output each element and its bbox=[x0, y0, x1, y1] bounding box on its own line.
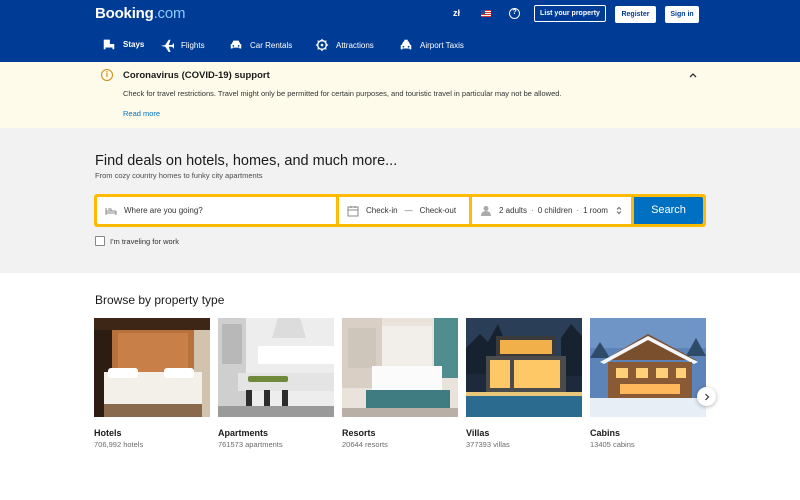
children-label: 0 children bbox=[537, 206, 573, 215]
hero-title: Find deals on hotels, homes, and much mo… bbox=[95, 153, 398, 169]
nav-label: Stays bbox=[123, 39, 145, 49]
guest-separator: · bbox=[576, 206, 580, 215]
search-bar: Where are you going? Check-in — Check-ou… bbox=[94, 194, 706, 227]
calendar-icon bbox=[347, 205, 359, 216]
card-title: Cabins bbox=[590, 428, 621, 438]
card-count: 377393 villas bbox=[466, 440, 510, 449]
chevron-right-icon bbox=[704, 393, 709, 400]
nav-item-car-rentals[interactable]: Car Rentals bbox=[229, 30, 292, 60]
property-card-villas[interactable]: Villas 377393 villas bbox=[466, 318, 582, 449]
carousel-next-button[interactable] bbox=[697, 387, 716, 406]
adults-label: 2 adults bbox=[499, 206, 528, 215]
bed-icon bbox=[105, 207, 117, 215]
dates-field[interactable]: Check-in — Check-out bbox=[339, 197, 469, 224]
nav-label: Attractions bbox=[336, 40, 374, 50]
guests-field[interactable]: 2 adults · 0 children · 1 room bbox=[472, 197, 631, 224]
list-property-button[interactable]: List your property bbox=[534, 5, 606, 22]
card-title: Villas bbox=[466, 428, 490, 438]
work-travel-checkbox[interactable] bbox=[95, 236, 105, 246]
car-icon bbox=[230, 40, 242, 49]
info-icon: i bbox=[101, 69, 113, 81]
nav-label: Flights bbox=[181, 40, 205, 50]
language-flag-icon[interactable] bbox=[481, 10, 491, 17]
card-title: Apartments bbox=[218, 428, 269, 438]
hero-subtitle: From cozy country homes to funky city ap… bbox=[95, 171, 263, 180]
read-more-link[interactable]: Read more bbox=[123, 109, 160, 118]
attractions-icon bbox=[315, 38, 329, 52]
date-dash: — bbox=[404, 206, 413, 215]
plane-icon bbox=[160, 39, 174, 52]
destination-field[interactable]: Where are you going? bbox=[97, 197, 336, 224]
nav-item-airport-taxis[interactable]: Airport Taxis bbox=[399, 30, 464, 60]
apartments-image[interactable] bbox=[218, 318, 334, 417]
taxi-icon bbox=[400, 39, 412, 50]
browse-section-title: Browse by property type bbox=[95, 293, 225, 307]
villas-image[interactable] bbox=[466, 318, 582, 417]
main-nav: Stays Flights Car Rentals Attractions Ai… bbox=[0, 30, 800, 60]
nav-item-attractions[interactable]: Attractions bbox=[315, 30, 374, 60]
guest-separator: · bbox=[531, 206, 534, 215]
person-icon bbox=[481, 205, 491, 216]
cabins-image[interactable] bbox=[590, 318, 706, 417]
booking-logo[interactable]: Booking.com bbox=[95, 5, 186, 22]
property-card-resorts[interactable]: Resorts 20644 resorts bbox=[342, 318, 458, 449]
destination-placeholder: Where are you going? bbox=[124, 206, 203, 215]
chevron-up-icon[interactable] bbox=[688, 70, 698, 80]
card-count: 20644 resorts bbox=[342, 440, 388, 449]
nav-label: Airport Taxis bbox=[420, 40, 464, 50]
alert-title: Coronavirus (COVID-19) support bbox=[123, 70, 270, 81]
chevron-updown-icon bbox=[616, 206, 622, 215]
help-icon[interactable]: ? bbox=[509, 8, 520, 19]
sign-in-button[interactable]: Sign in bbox=[665, 6, 699, 23]
nav-label: Car Rentals bbox=[250, 40, 293, 50]
check-out-label: Check-out bbox=[419, 206, 457, 215]
property-card-cabins[interactable]: Cabins 13405 cabins bbox=[590, 318, 706, 449]
card-count: 13405 cabins bbox=[590, 440, 635, 449]
alert-text: Check for travel restrictions. Travel mi… bbox=[123, 89, 562, 98]
resorts-image[interactable] bbox=[342, 318, 458, 417]
card-count: 761573 apartments bbox=[218, 440, 283, 449]
nav-item-stays[interactable]: Stays bbox=[95, 32, 151, 56]
hotels-image[interactable] bbox=[94, 318, 210, 417]
rooms-label: 1 room bbox=[583, 206, 608, 215]
nav-item-flights[interactable]: Flights bbox=[160, 30, 205, 60]
property-card-apartments[interactable]: Apartments 761573 apartments bbox=[218, 318, 334, 449]
card-count: 706,992 hotels bbox=[94, 440, 144, 449]
register-button[interactable]: Register bbox=[615, 6, 656, 23]
header: Booking.com zł ? List your property Regi… bbox=[0, 0, 800, 62]
check-in-label: Check-in bbox=[366, 206, 398, 215]
card-title: Hotels bbox=[94, 428, 122, 438]
work-travel-label[interactable]: I'm traveling for work bbox=[110, 237, 179, 246]
bed-icon bbox=[103, 39, 115, 50]
covid-alert: i Coronavirus (COVID-19) support Check f… bbox=[0, 62, 800, 128]
card-title: Resorts bbox=[342, 428, 376, 438]
currency-button[interactable]: zł bbox=[453, 8, 460, 18]
property-card-hotels[interactable]: Hotels 706,992 hotels bbox=[94, 318, 210, 449]
search-button[interactable]: Search bbox=[634, 197, 703, 224]
search-hero: Find deals on hotels, homes, and much mo… bbox=[0, 128, 800, 273]
